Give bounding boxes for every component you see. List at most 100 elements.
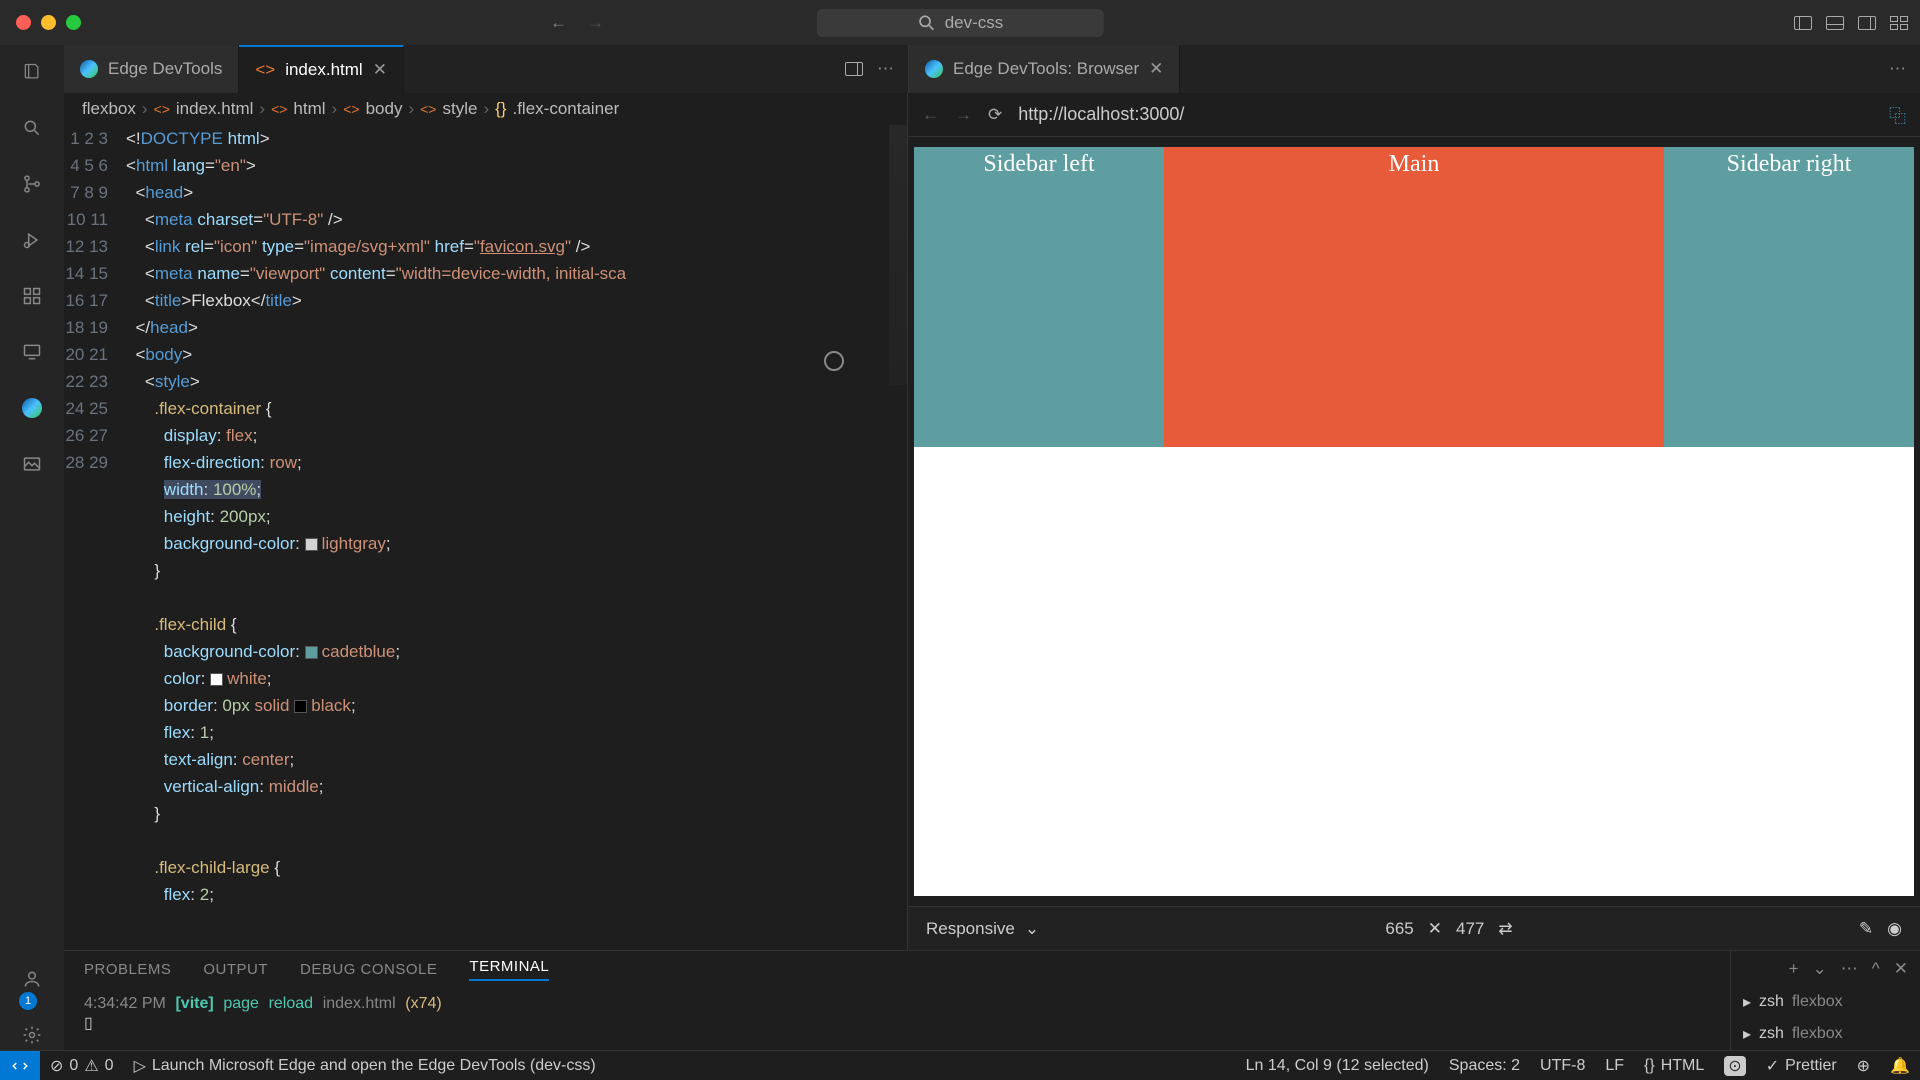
device-name: Responsive: [926, 919, 1015, 939]
settings-icon[interactable]: 1: [17, 1020, 47, 1050]
breadcrumb-item[interactable]: flexbox: [82, 99, 136, 119]
editor-tabs: Edge DevTools <> index.html ✕ ⋯: [64, 45, 908, 93]
term-vite: [vite]: [175, 995, 213, 1012]
layout-customize-icon[interactable]: [1890, 16, 1908, 30]
status-feedback[interactable]: ⊕: [1847, 1056, 1880, 1076]
edge-tools-icon[interactable]: [17, 393, 47, 423]
status-language[interactable]: {} HTML: [1634, 1056, 1714, 1076]
breadcrumb-item[interactable]: .flex-container: [512, 99, 619, 119]
browser-reload-icon[interactable]: ⟳: [988, 105, 1002, 125]
status-encoding[interactable]: UTF-8: [1530, 1056, 1595, 1076]
code-editor[interactable]: 1 2 3 4 5 6 7 8 9 10 11 12 13 14 15 16 1…: [64, 125, 907, 950]
status-cursor[interactable]: Ln 14, Col 9 (12 selected): [1236, 1056, 1439, 1076]
tab-edge-devtools[interactable]: Edge DevTools: [64, 45, 239, 93]
status-spaces[interactable]: Spaces: 2: [1439, 1056, 1530, 1076]
terminal-shell: zsh: [1759, 993, 1784, 1011]
preview-viewport[interactable]: Sidebar left Main Sidebar right: [914, 147, 1914, 896]
panel-tabs: PROBLEMS OUTPUT DEBUG CONSOLE TERMINAL: [64, 951, 1730, 987]
split-editor-icon[interactable]: [845, 62, 863, 76]
braces-icon: {}: [1644, 1057, 1655, 1075]
minimap[interactable]: [889, 125, 907, 385]
status-eol[interactable]: LF: [1595, 1056, 1634, 1076]
code-content[interactable]: <!DOCTYPE html> <html lang="en"> <head> …: [126, 125, 907, 950]
maximize-window-icon[interactable]: [66, 15, 81, 30]
close-window-icon[interactable]: [16, 15, 31, 30]
panel-tab-terminal[interactable]: TERMINAL: [469, 958, 549, 981]
address-bar[interactable]: [1018, 104, 1873, 125]
remote-indicator[interactable]: [0, 1051, 40, 1080]
breadcrumb-item[interactable]: style: [442, 99, 477, 119]
viewport-width[interactable]: 665: [1385, 919, 1413, 939]
browser-forward-icon[interactable]: →: [955, 105, 972, 125]
status-prettier[interactable]: ✓ Prettier: [1756, 1056, 1847, 1076]
terminal-dropdown-icon[interactable]: ⌄: [1813, 959, 1827, 979]
rotate-icon[interactable]: ⇄: [1498, 919, 1512, 939]
panel-tab-debug[interactable]: DEBUG CONSOLE: [300, 961, 437, 978]
close-tab-icon[interactable]: ✕: [373, 60, 387, 80]
close-tab-icon[interactable]: ✕: [1149, 59, 1163, 79]
status-launch[interactable]: ▷ Launch Microsoft Edge and open the Edg…: [124, 1056, 606, 1076]
remote-icon: [11, 1057, 29, 1075]
dimension-separator: ✕: [1428, 919, 1442, 939]
image-icon[interactable]: [17, 449, 47, 479]
back-icon[interactable]: ←: [550, 13, 567, 33]
bell-icon: 🔔: [1890, 1056, 1910, 1076]
status-copilot[interactable]: ⊙: [1714, 1056, 1755, 1076]
new-terminal-icon[interactable]: +: [1789, 959, 1799, 979]
device-select[interactable]: Responsive ⌄: [926, 919, 1039, 939]
terminal-icon: ▸: [1743, 992, 1751, 1012]
more-actions-icon[interactable]: ⋯: [1889, 59, 1906, 79]
window-controls: [0, 15, 81, 30]
panel-tab-output[interactable]: OUTPUT: [203, 961, 268, 978]
search-activity-icon[interactable]: [17, 113, 47, 143]
maximize-panel-icon[interactable]: ^: [1872, 959, 1880, 979]
terminal-output[interactable]: 4:34:42 PM [vite] page reload index.html…: [64, 987, 1730, 1050]
browser-tab-actions: ⋯: [1875, 45, 1920, 93]
panel-right-icon[interactable]: [1858, 16, 1876, 30]
breadcrumb-item[interactable]: index.html: [176, 99, 253, 119]
terminal-more-icon[interactable]: ⋯: [1841, 959, 1858, 979]
term-msg: reload: [269, 995, 313, 1012]
terminal-header: + ⌄ ⋯ ^ ✕: [1731, 951, 1920, 986]
panel-left-icon[interactable]: [1794, 16, 1812, 30]
chevron-down-icon: ⌄: [1025, 919, 1039, 939]
more-actions-icon[interactable]: ⋯: [877, 59, 894, 79]
browser-back-icon[interactable]: ←: [922, 105, 939, 125]
search-icon: [917, 13, 937, 33]
terminal-item[interactable]: ▸ zsh flexbox: [1731, 1018, 1920, 1050]
inspect-icon[interactable]: ⿻: [1889, 102, 1906, 127]
source-control-icon[interactable]: [17, 169, 47, 199]
tab-browser[interactable]: Edge DevTools: Browser ✕: [909, 45, 1180, 93]
settings-badge: 1: [19, 992, 37, 1010]
viewport-height[interactable]: 477: [1456, 919, 1484, 939]
screencast-options-icon[interactable]: ✎: [1859, 919, 1873, 939]
breadcrumbs[interactable]: flexbox› <>index.html› <>html› <>body› <…: [64, 93, 907, 125]
line-gutter: 1 2 3 4 5 6 7 8 9 10 11 12 13 14 15 16 1…: [64, 125, 126, 950]
term-count: (x74): [405, 995, 441, 1012]
run-debug-icon[interactable]: [17, 225, 47, 255]
terminal-shell: zsh: [1759, 1025, 1784, 1043]
extensions-icon[interactable]: [17, 281, 47, 311]
main-area: Edge DevTools <> index.html ✕ ⋯ Edge Dev…: [64, 45, 1920, 1050]
element-icon: <>: [420, 101, 436, 117]
panel-tab-problems[interactable]: PROBLEMS: [84, 961, 171, 978]
explorer-icon[interactable]: [17, 57, 47, 87]
breadcrumb-item[interactable]: body: [366, 99, 403, 119]
minimize-window-icon[interactable]: [41, 15, 56, 30]
status-bell[interactable]: 🔔: [1880, 1056, 1920, 1076]
cursor-indicator: [824, 351, 844, 371]
tabs-row: Edge DevTools <> index.html ✕ ⋯ Edge Dev…: [64, 45, 1920, 93]
remote-explorer-icon[interactable]: [17, 337, 47, 367]
terminal-item[interactable]: ▸ zsh flexbox: [1731, 986, 1920, 1018]
close-panel-icon[interactable]: ✕: [1894, 959, 1908, 979]
forward-icon[interactable]: →: [587, 13, 604, 33]
breadcrumb-item[interactable]: html: [293, 99, 325, 119]
panel-bottom-icon[interactable]: [1826, 16, 1844, 30]
command-center[interactable]: dev-css: [817, 9, 1104, 37]
account-icon[interactable]: [17, 964, 47, 994]
tab-label: Edge DevTools: Browser: [953, 59, 1139, 79]
tab-index-html[interactable]: <> index.html ✕: [239, 45, 404, 93]
nav-arrows: ← →: [550, 13, 604, 33]
emulate-vision-icon[interactable]: ◉: [1887, 919, 1902, 939]
status-errors[interactable]: ⊘0 ⚠0: [40, 1056, 124, 1076]
